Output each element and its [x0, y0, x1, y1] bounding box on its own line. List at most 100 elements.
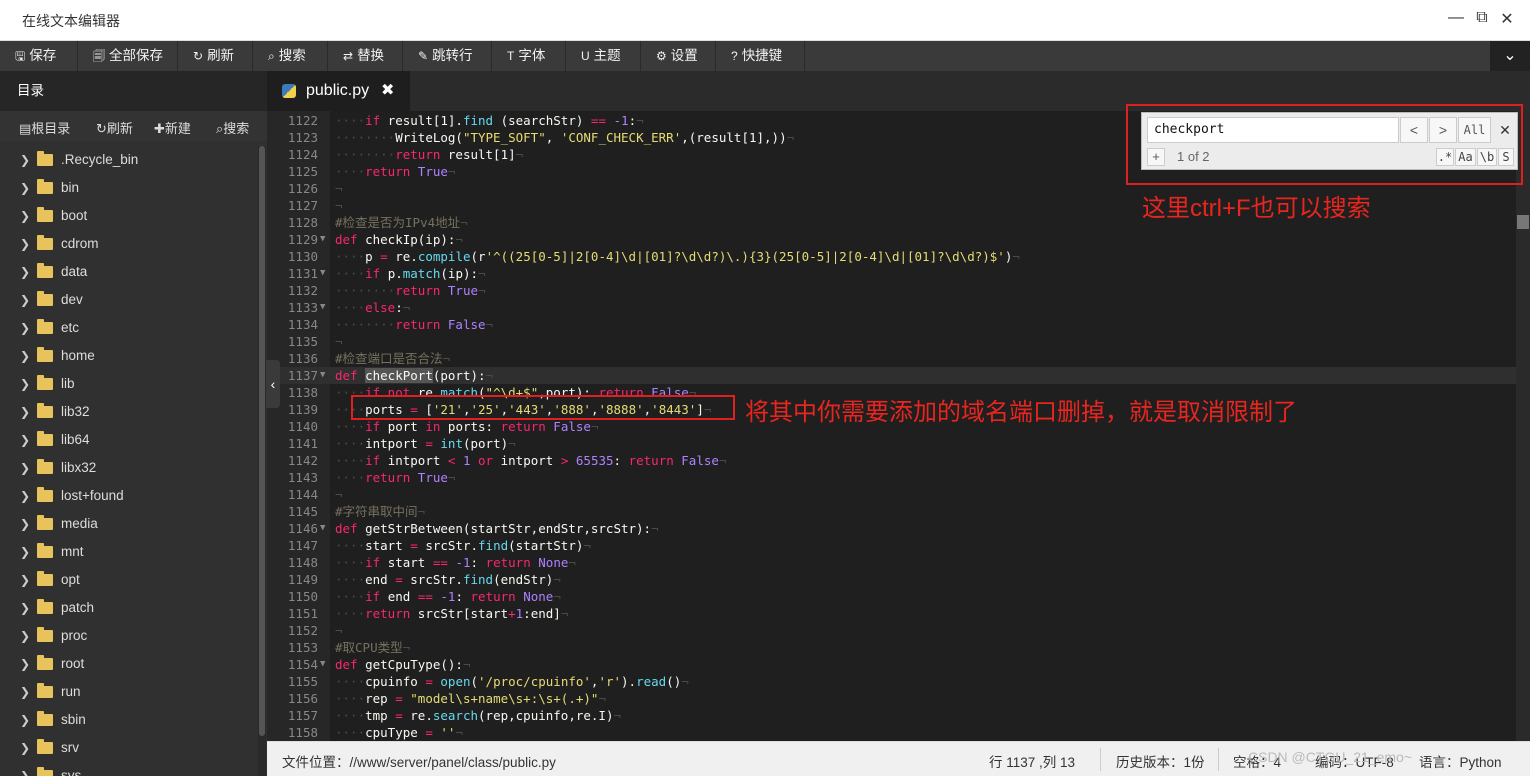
chevron-right-icon[interactable]: ❯: [20, 398, 30, 426]
history-versions[interactable]: 历史版本：1份: [1116, 751, 1205, 771]
code-line[interactable]: 1141 ····intport = int(port)¬: [267, 435, 1516, 452]
chevron-right-icon[interactable]: ❯: [20, 594, 30, 622]
tree-item[interactable]: ❯ .Recycle_bin: [0, 146, 258, 174]
code-line[interactable]: 1144 ¬: [267, 486, 1516, 503]
cursor-position[interactable]: 行 1137 ,列 13: [989, 751, 1075, 771]
fold-icon[interactable]: ▼: [320, 265, 325, 282]
shortcuts-button[interactable]: ? 快捷键: [716, 41, 805, 71]
goto-line-button[interactable]: ✎ 跳转行: [403, 41, 492, 71]
code-line[interactable]: 1132 ········return True¬: [267, 282, 1516, 299]
code-line[interactable]: 1142 ····if intport < 1 or intport > 6553…: [267, 452, 1516, 469]
code-line[interactable]: 1129 ▼ def checkIp(ip):¬: [267, 231, 1516, 248]
code-line[interactable]: 1134 ········return False¬: [267, 316, 1516, 333]
chevron-right-icon[interactable]: ❯: [20, 566, 30, 594]
fold-icon[interactable]: ▼: [320, 367, 325, 384]
chevron-right-icon[interactable]: ❯: [20, 202, 30, 230]
tree-item[interactable]: ❯ lib: [0, 370, 258, 398]
close-window-icon[interactable]: ✕: [1497, 9, 1517, 29]
code-line[interactable]: 1145 #字符串取中间¬: [267, 503, 1516, 520]
chevron-down-icon[interactable]: ⌄: [1490, 41, 1530, 71]
chevron-right-icon[interactable]: ❯: [20, 146, 30, 174]
sidebar-scrollbar[interactable]: [258, 146, 266, 776]
tree-item[interactable]: ❯ lib64: [0, 426, 258, 454]
tree-item[interactable]: ❯ dev: [0, 286, 258, 314]
chevron-right-icon[interactable]: ❯: [20, 678, 30, 706]
code-line[interactable]: 1143 ····return True¬: [267, 469, 1516, 486]
code-line[interactable]: 1148 ····if start == -1: return None¬: [267, 554, 1516, 571]
code-line[interactable]: 1131 ▼ ····if p.match(ip):¬: [267, 265, 1516, 282]
chevron-right-icon[interactable]: ❯: [20, 538, 30, 566]
tree-item[interactable]: ❯ bin: [0, 174, 258, 202]
refresh-button[interactable]: ↻ 刷新: [178, 41, 253, 71]
chevron-right-icon[interactable]: ❯: [20, 510, 30, 538]
code-line[interactable]: 1149 ····end = srcStr.find(endStr)¬: [267, 571, 1516, 588]
tree-item[interactable]: ❯ patch: [0, 594, 258, 622]
chevron-right-icon[interactable]: ❯: [20, 370, 30, 398]
tree-item[interactable]: ❯ boot: [0, 202, 258, 230]
tree-item[interactable]: ❯ home: [0, 342, 258, 370]
chevron-right-icon[interactable]: ❯: [20, 762, 30, 776]
chevron-right-icon[interactable]: ❯: [20, 174, 30, 202]
code-line[interactable]: 1146 ▼ def getStrBetween(startStr,endStr,s…: [267, 520, 1516, 537]
sidebar-search-button[interactable]: ⌕搜索: [216, 118, 249, 137]
replace-button[interactable]: ⇄ 替换: [328, 41, 403, 71]
code-line[interactable]: 1133 ▼ ····else:¬: [267, 299, 1516, 316]
tree-item[interactable]: ❯ libx32: [0, 454, 258, 482]
chevron-right-icon[interactable]: ❯: [20, 258, 30, 286]
tree-item[interactable]: ❯ mnt: [0, 538, 258, 566]
code-line[interactable]: 1152 ¬: [267, 622, 1516, 639]
save-button[interactable]: 🖫 保存: [0, 41, 78, 71]
fold-icon[interactable]: ▼: [320, 656, 325, 673]
tab-public-py[interactable]: public.py ✖: [267, 71, 410, 111]
tree-item[interactable]: ❯ opt: [0, 566, 258, 594]
fold-icon[interactable]: ▼: [320, 299, 325, 316]
chevron-right-icon[interactable]: ❯: [20, 650, 30, 678]
tree-item[interactable]: ❯ sys: [0, 762, 258, 776]
tree-item[interactable]: ❯ cdrom: [0, 230, 258, 258]
code-line[interactable]: 1156 ····rep = "model\s+name\s+:\s+(.+)"¬: [267, 690, 1516, 707]
save-all-button[interactable]: 🗐 全部保存: [78, 41, 178, 71]
collapse-sidebar-icon[interactable]: ‹: [266, 360, 280, 408]
language-setting[interactable]: 语言：Python: [1419, 751, 1502, 771]
tree-item[interactable]: ❯ data: [0, 258, 258, 286]
chevron-right-icon[interactable]: ❯: [20, 230, 30, 258]
chevron-right-icon[interactable]: ❯: [20, 706, 30, 734]
tree-item[interactable]: ❯ media: [0, 510, 258, 538]
code-line[interactable]: 1147 ····start = srcStr.find(startStr)¬: [267, 537, 1516, 554]
fold-icon[interactable]: ▼: [320, 520, 325, 537]
new-file-button[interactable]: ✚新建: [154, 118, 191, 137]
chevron-right-icon[interactable]: ❯: [20, 342, 30, 370]
chevron-right-icon[interactable]: ❯: [20, 734, 30, 762]
tree-item[interactable]: ❯ run: [0, 678, 258, 706]
code-line[interactable]: 1136 #检查端口是否合法¬: [267, 350, 1516, 367]
code-line[interactable]: 1137 ▼ def checkPort(port):¬: [267, 367, 1516, 384]
chevron-right-icon[interactable]: ❯: [20, 622, 30, 650]
fold-icon[interactable]: ▼: [320, 231, 325, 248]
root-dir-button[interactable]: ▤根目录: [19, 118, 70, 137]
chevron-right-icon[interactable]: ❯: [20, 426, 30, 454]
tree-item[interactable]: ❯ etc: [0, 314, 258, 342]
tree-item[interactable]: ❯ lost+found: [0, 482, 258, 510]
code-line[interactable]: 1155 ····cpuinfo = open('/proc/cpuinfo','…: [267, 673, 1516, 690]
chevron-right-icon[interactable]: ❯: [20, 482, 30, 510]
maximize-icon[interactable]: ⧉: [1472, 9, 1492, 27]
search-button[interactable]: ⌕ 搜索: [253, 41, 328, 71]
close-tab-icon[interactable]: ✖: [381, 71, 394, 111]
settings-button[interactable]: ⚙ 设置: [641, 41, 716, 71]
code-line[interactable]: 1130 ····p = re.compile(r'^((25[0-5]|2[0-…: [267, 248, 1516, 265]
sidebar-refresh-button[interactable]: ↻刷新: [96, 118, 133, 137]
editor-scrollbar[interactable]: [1516, 111, 1530, 741]
minimize-icon[interactable]: —: [1446, 9, 1466, 27]
code-line[interactable]: 1154 ▼ def getCpuType():¬: [267, 656, 1516, 673]
code-line[interactable]: 1157 ····tmp = re.search(rep,cpuinfo,re.I…: [267, 707, 1516, 724]
tree-item[interactable]: ❯ proc: [0, 622, 258, 650]
chevron-right-icon[interactable]: ❯: [20, 314, 30, 342]
font-button[interactable]: T 字体: [492, 41, 566, 71]
sidebar-scroll-thumb[interactable]: [259, 146, 265, 736]
editor-scroll-thumb[interactable]: [1517, 215, 1529, 229]
code-line[interactable]: 1158 ····cpuType = ''¬: [267, 724, 1516, 741]
chevron-right-icon[interactable]: ❯: [20, 454, 30, 482]
tree-item[interactable]: ❯ sbin: [0, 706, 258, 734]
code-line[interactable]: 1135 ¬: [267, 333, 1516, 350]
theme-button[interactable]: U 主题: [566, 41, 641, 71]
